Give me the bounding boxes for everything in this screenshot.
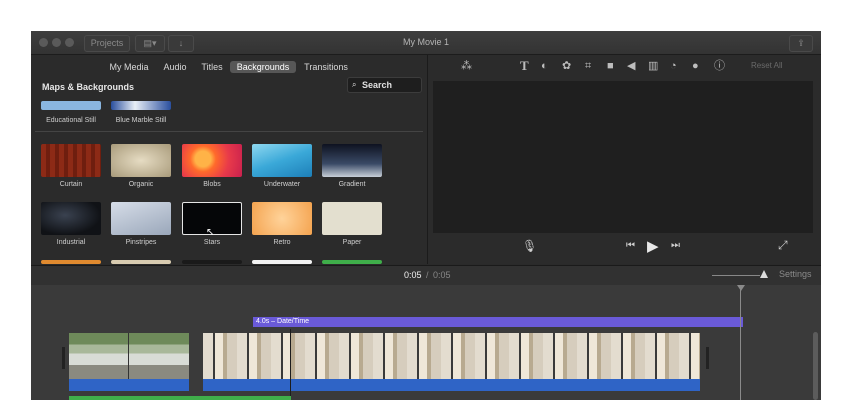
tile-underwater[interactable]: [252, 144, 312, 177]
search-field[interactable]: ⌕ Search: [347, 77, 422, 93]
current-time: 0:05: [404, 270, 422, 280]
tile-retro[interactable]: [252, 202, 312, 235]
tile-educational-still[interactable]: [41, 101, 101, 110]
title-text-icon[interactable]: T: [520, 59, 529, 72]
tile-partial[interactable]: [252, 260, 312, 264]
tile-partial[interactable]: [182, 260, 242, 264]
timeline-scrollbar[interactable]: [813, 332, 818, 400]
video-clip-room[interactable]: [203, 333, 700, 379]
tab-transitions[interactable]: Transitions: [301, 61, 351, 73]
tile-label: Gradient: [338, 181, 366, 188]
fullscreen-icon[interactable]: ⤢: [778, 238, 788, 253]
reset-all-button[interactable]: Reset All: [751, 61, 783, 70]
share-icon: ⇪: [797, 38, 805, 48]
tile-organic[interactable]: [111, 144, 171, 177]
tile-curtain[interactable]: [41, 144, 101, 177]
preview-screen: [433, 81, 813, 233]
tile-label: Underwater: [263, 181, 301, 188]
tile-label: Stars: [203, 239, 221, 246]
tile-partial[interactable]: [322, 260, 382, 264]
browser-tabs: My Media Audio Titles Backgrounds Transi…: [31, 55, 427, 77]
mouse-cursor-icon: ↖: [206, 227, 215, 238]
zoom-slider-handle[interactable]: [760, 270, 768, 278]
background-music-track[interactable]: [69, 396, 291, 400]
color-balance-icon[interactable]: ◐: [541, 60, 548, 72]
tab-titles[interactable]: Titles: [197, 61, 227, 73]
tile-label: Curtain: [59, 181, 83, 188]
volume-icon[interactable]: ◀: [627, 60, 635, 72]
title-bar: Projects ▤▾ ↓ My Movie 1 ⇪: [31, 31, 821, 55]
speed-icon[interactable]: ◔: [670, 60, 677, 72]
tile-industrial[interactable]: [41, 202, 101, 235]
microphone-icon[interactable]: 🎙︎: [522, 239, 537, 253]
tile-partial[interactable]: [41, 260, 101, 264]
tile-pinstripes[interactable]: [111, 202, 171, 235]
tile-label: Pinstripes: [125, 239, 157, 246]
tab-backgrounds[interactable]: Backgrounds: [230, 61, 296, 73]
tile-blobs[interactable]: [182, 144, 242, 177]
window-title: My Movie 1: [402, 37, 449, 47]
timeline: 4.0s – Date/Time: [31, 285, 821, 400]
viewer: ⁂ T ◐ ✿ ⌗ ■ ◀ ▥ ◔ ● ⓘ Reset All 🎙︎ ⏮︎ ▶ …: [428, 55, 821, 264]
stabilization-camera-icon[interactable]: ■: [607, 60, 614, 72]
color-correction-icon[interactable]: ✿: [562, 60, 571, 72]
time-bar: 0:05 / 0:05 Settings: [31, 265, 821, 286]
crop-icon[interactable]: ⌗: [585, 60, 591, 72]
title-clip[interactable]: 4.0s – Date/Time: [253, 317, 743, 327]
clip-right-trim-handle[interactable]: [706, 347, 709, 369]
tile-label: Retro: [273, 239, 291, 246]
settings-button[interactable]: Settings: [779, 269, 812, 279]
time-separator: /: [426, 270, 429, 280]
playhead[interactable]: [740, 285, 741, 400]
skip-forward-icon[interactable]: ⏭︎: [671, 240, 680, 251]
tile-blue-marble-still[interactable]: [111, 101, 171, 110]
search-icon: ⌕: [352, 80, 357, 89]
divider: [35, 131, 423, 132]
imovie-window: Projects ▤▾ ↓ My Movie 1 ⇪ My Media Audi…: [31, 31, 821, 400]
tile-label: Industrial: [56, 239, 86, 246]
section-title: Maps & Backgrounds: [42, 82, 135, 92]
video-clip-garden[interactable]: [69, 333, 189, 379]
magic-wand-icon[interactable]: ⁂: [461, 60, 472, 72]
content-browser: My Media Audio Titles Backgrounds Transi…: [31, 55, 428, 264]
skip-back-icon[interactable]: ⏮︎: [626, 240, 635, 251]
play-icon[interactable]: ▶: [647, 237, 659, 255]
title-clip-label: 4.0s – Date/Time: [256, 318, 310, 325]
zoom-slider-track[interactable]: [712, 275, 760, 276]
total-time: 0:05: [433, 270, 451, 280]
tile-paper[interactable]: [322, 202, 382, 235]
tile-label: Blue Marble Still: [115, 117, 167, 124]
tile-gradient[interactable]: [322, 144, 382, 177]
tile-label: Educational Still: [46, 117, 96, 124]
tile-label: Paper: [342, 239, 362, 246]
tile-partial[interactable]: [111, 260, 171, 264]
tab-audio[interactable]: Audio: [159, 61, 191, 73]
noise-reduction-icon[interactable]: ▥: [648, 60, 658, 72]
clip-left-trim-handle[interactable]: [62, 347, 65, 369]
tab-my-media[interactable]: My Media: [105, 61, 153, 73]
share-button[interactable]: ⇪: [789, 35, 813, 52]
info-icon[interactable]: ⓘ: [714, 60, 725, 72]
tile-label: Organic: [128, 181, 154, 188]
search-label: Search: [362, 80, 393, 90]
clip-audio-band: [203, 379, 700, 391]
playhead-marker[interactable]: [737, 285, 745, 291]
clip-filter-icon[interactable]: ●: [692, 60, 699, 72]
tile-label: Blobs: [203, 181, 221, 188]
frame-divider: [128, 333, 129, 379]
clip-audio-band: [69, 379, 189, 391]
skimmer-line: [290, 329, 291, 400]
